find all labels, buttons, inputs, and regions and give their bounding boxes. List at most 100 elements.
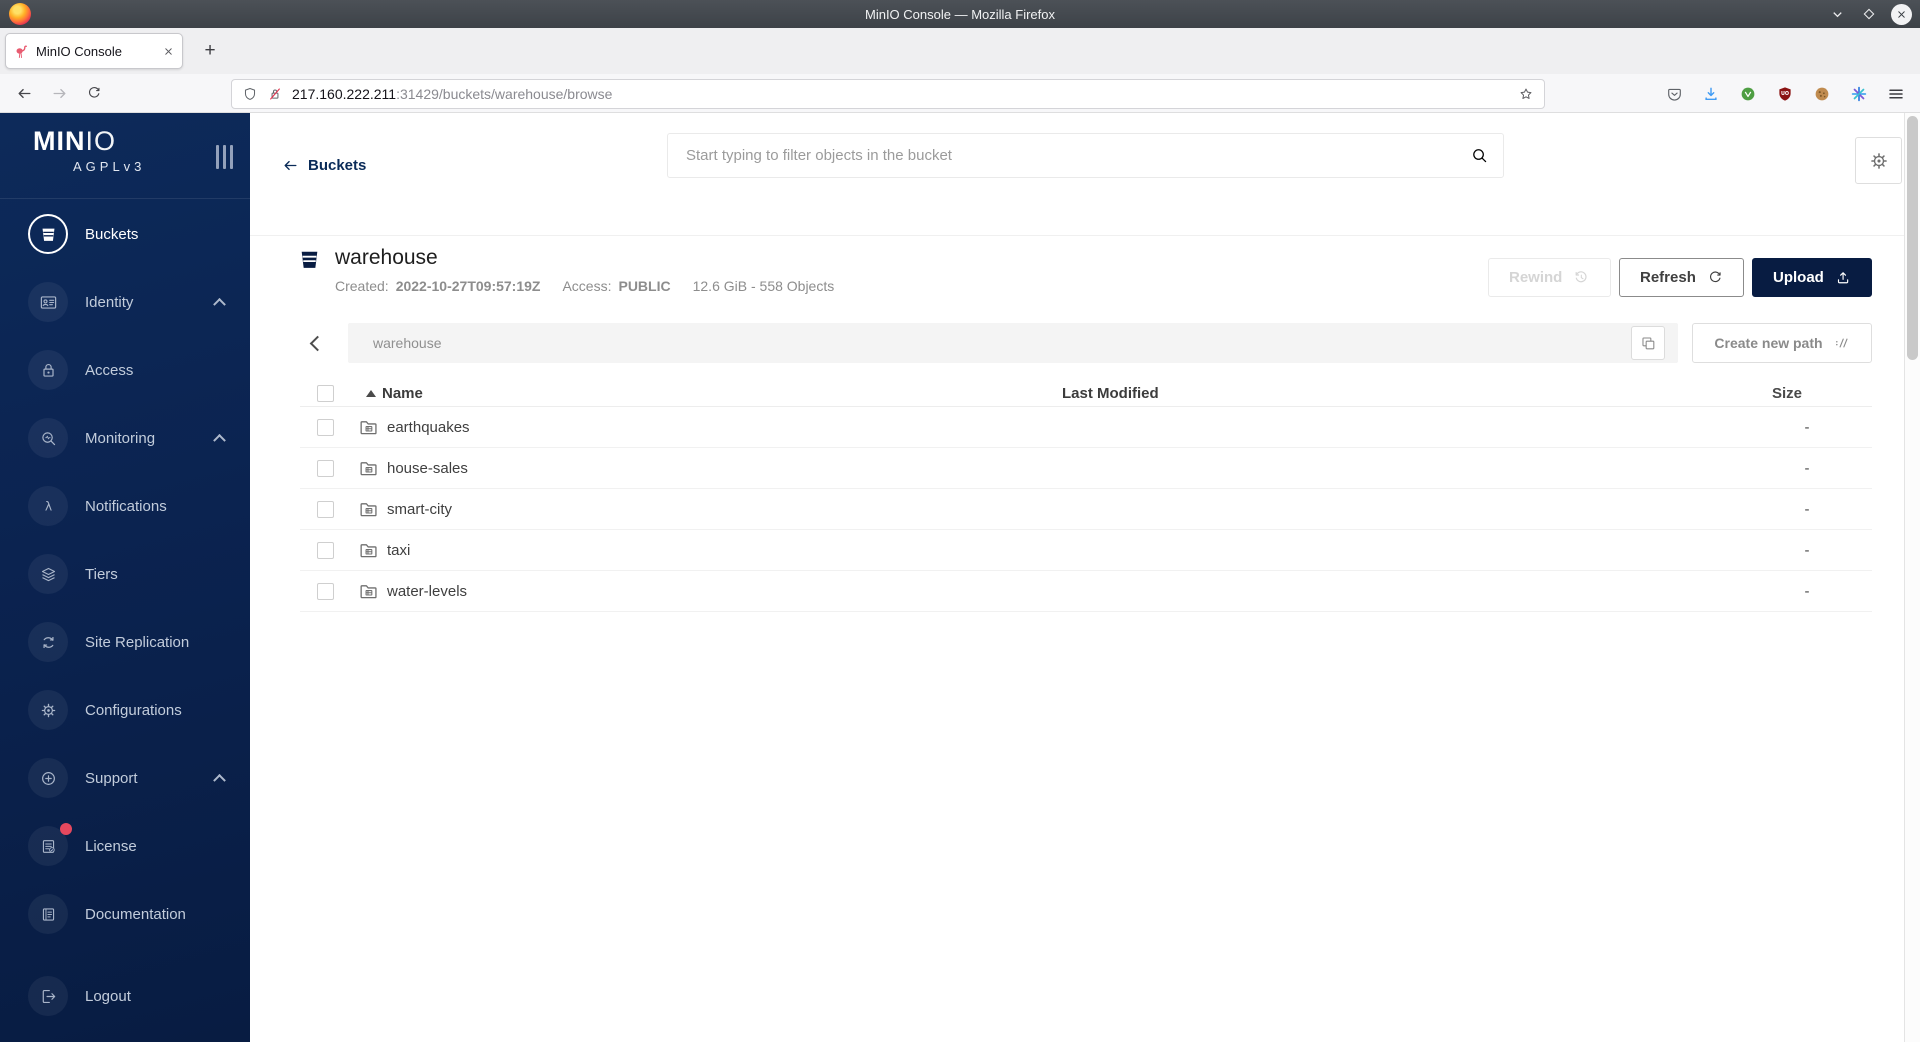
bucket-title: warehouse	[335, 246, 438, 269]
sidebar-item-label: License	[85, 837, 137, 855]
refresh-button[interactable]: Refresh	[1619, 258, 1744, 297]
object-filter-search	[667, 133, 1504, 178]
scrollbar-thumb[interactable]	[1907, 116, 1918, 360]
objects-table: Name Last Modified Size earthquakes - ho…	[300, 381, 1872, 612]
sidebar-item-configurations[interactable]: Configurations	[0, 676, 250, 744]
bucket-icon	[297, 247, 322, 272]
create-path-icon	[1832, 334, 1850, 352]
sidebar-item-buckets[interactable]: Buckets	[0, 200, 250, 268]
table-row[interactable]: water-levels -	[300, 571, 1872, 612]
table-body: earthquakes - house-sales - smart-city -…	[300, 407, 1872, 612]
sidebar-item-site-replication[interactable]: Site Replication	[0, 608, 250, 676]
sidebar-item-label: Configurations	[85, 701, 182, 719]
browser-back-button[interactable]	[14, 83, 34, 103]
create-new-path-button[interactable]: Create new path	[1692, 323, 1872, 363]
folder-icon	[358, 458, 379, 479]
table-row[interactable]: taxi -	[300, 530, 1872, 571]
column-header-last-modified[interactable]: Last Modified	[1062, 385, 1702, 402]
row-checkbox[interactable]	[317, 582, 334, 600]
row-checkbox[interactable]	[317, 500, 334, 518]
browser-tab-minio-console[interactable]: MinIO Console	[5, 33, 183, 69]
new-tab-button[interactable]: +	[195, 36, 225, 66]
window-close-button[interactable]	[1891, 3, 1912, 25]
bookmark-star-icon[interactable]	[1518, 86, 1534, 102]
ublock-extension-icon[interactable]	[1773, 82, 1797, 106]
monitoring-icon	[28, 418, 68, 458]
access-icon	[28, 350, 68, 390]
bucket-access-value: PUBLIC	[618, 278, 671, 294]
object-name: earthquakes	[387, 418, 470, 436]
current-path-field: warehouse	[348, 323, 1678, 363]
sidebar-item-logout[interactable]: Logout	[0, 962, 250, 1030]
header-divider	[250, 235, 1904, 236]
notifications-icon	[28, 486, 68, 526]
tab-favicon-flamingo-icon	[14, 44, 29, 59]
table-row[interactable]: house-sales -	[300, 448, 1872, 489]
object-name: water-levels	[387, 582, 468, 600]
select-all-checkbox[interactable]	[317, 385, 334, 402]
privacy-badger-extension-icon[interactable]	[1736, 82, 1760, 106]
row-checkbox[interactable]	[317, 541, 334, 559]
column-header-size[interactable]: Size	[1702, 385, 1872, 402]
sidebar-item-label: Support	[85, 769, 138, 787]
tiers-icon	[28, 554, 68, 594]
row-checkbox[interactable]	[317, 418, 334, 436]
window-maximize-button[interactable]	[1859, 4, 1879, 24]
browser-tabbar: MinIO Console +	[0, 28, 1920, 74]
sidebar-item-label: Documentation	[85, 905, 186, 923]
sidebar-item-license[interactable]: License	[0, 812, 250, 880]
cookie-extension-icon[interactable]	[1810, 82, 1834, 106]
asterisk-extension-icon[interactable]	[1847, 82, 1871, 106]
browser-menu-icon[interactable]	[1884, 82, 1908, 106]
sidebar-item-monitoring[interactable]: Monitoring	[0, 404, 250, 472]
insecure-lock-icon[interactable]	[267, 86, 283, 102]
pocket-icon[interactable]	[1662, 82, 1686, 106]
upload-button[interactable]: Upload	[1752, 258, 1872, 297]
page-scrollbar[interactable]	[1904, 113, 1920, 1042]
browser-forward-button[interactable]	[49, 83, 69, 103]
window-titlebar: MinIO Console — Mozilla Firefox	[0, 0, 1920, 28]
sort-ascending-icon[interactable]	[366, 390, 376, 397]
url-bar[interactable]: 217.160.222.211:31429/buckets/warehouse/…	[231, 79, 1545, 109]
sidebar-item-documentation[interactable]: Documentation	[0, 880, 250, 948]
bucket-settings-button[interactable]	[1855, 137, 1902, 184]
site-replication-icon	[28, 622, 68, 662]
search-input[interactable]	[686, 147, 1470, 164]
sidebar-item-support[interactable]: Support	[0, 744, 250, 812]
sidebar-item-access[interactable]: Access	[0, 336, 250, 404]
tracking-shield-icon[interactable]	[242, 86, 258, 102]
search-icon	[1470, 146, 1489, 165]
object-size: -	[1804, 582, 1810, 600]
notification-badge	[60, 823, 72, 835]
sidebar-item-label: Access	[85, 361, 134, 379]
buckets-icon	[28, 214, 68, 254]
sidebar-collapse-icon[interactable]	[215, 145, 233, 169]
table-row[interactable]: smart-city -	[300, 489, 1872, 530]
downloads-icon[interactable]	[1699, 82, 1723, 106]
column-header-name[interactable]: Name	[382, 385, 423, 402]
sidebar-item-identity[interactable]: Identity	[0, 268, 250, 336]
bucket-created-value: 2022-10-27T09:57:19Z	[395, 278, 541, 294]
rewind-button[interactable]: Rewind	[1488, 258, 1611, 297]
path-back-button[interactable]	[300, 323, 334, 363]
logout-icon	[28, 976, 68, 1016]
table-row[interactable]: earthquakes -	[300, 407, 1872, 448]
minio-logo: MINIO AGPLv3	[0, 113, 250, 198]
chevron-up-icon	[213, 429, 226, 447]
browser-reload-button[interactable]	[84, 83, 104, 103]
tab-close-icon[interactable]	[163, 46, 174, 57]
back-arrow-icon	[282, 157, 299, 174]
object-size: -	[1804, 418, 1810, 436]
sidebar-item-tiers[interactable]: Tiers	[0, 540, 250, 608]
firefox-window: MinIO Console — Mozilla Firefox MinIO Co…	[0, 0, 1920, 1042]
buckets-back-link[interactable]: Buckets	[282, 157, 366, 174]
sidebar-item-notifications[interactable]: Notifications	[0, 472, 250, 540]
tab-title: MinIO Console	[36, 43, 122, 59]
object-name: smart-city	[387, 500, 452, 518]
window-minimize-button[interactable]	[1827, 4, 1847, 24]
row-checkbox[interactable]	[317, 459, 334, 477]
copy-path-button[interactable]	[1631, 326, 1665, 360]
sidebar-item-label: Tiers	[85, 565, 118, 583]
table-header-row: Name Last Modified Size	[300, 381, 1872, 407]
object-name: house-sales	[387, 459, 468, 477]
